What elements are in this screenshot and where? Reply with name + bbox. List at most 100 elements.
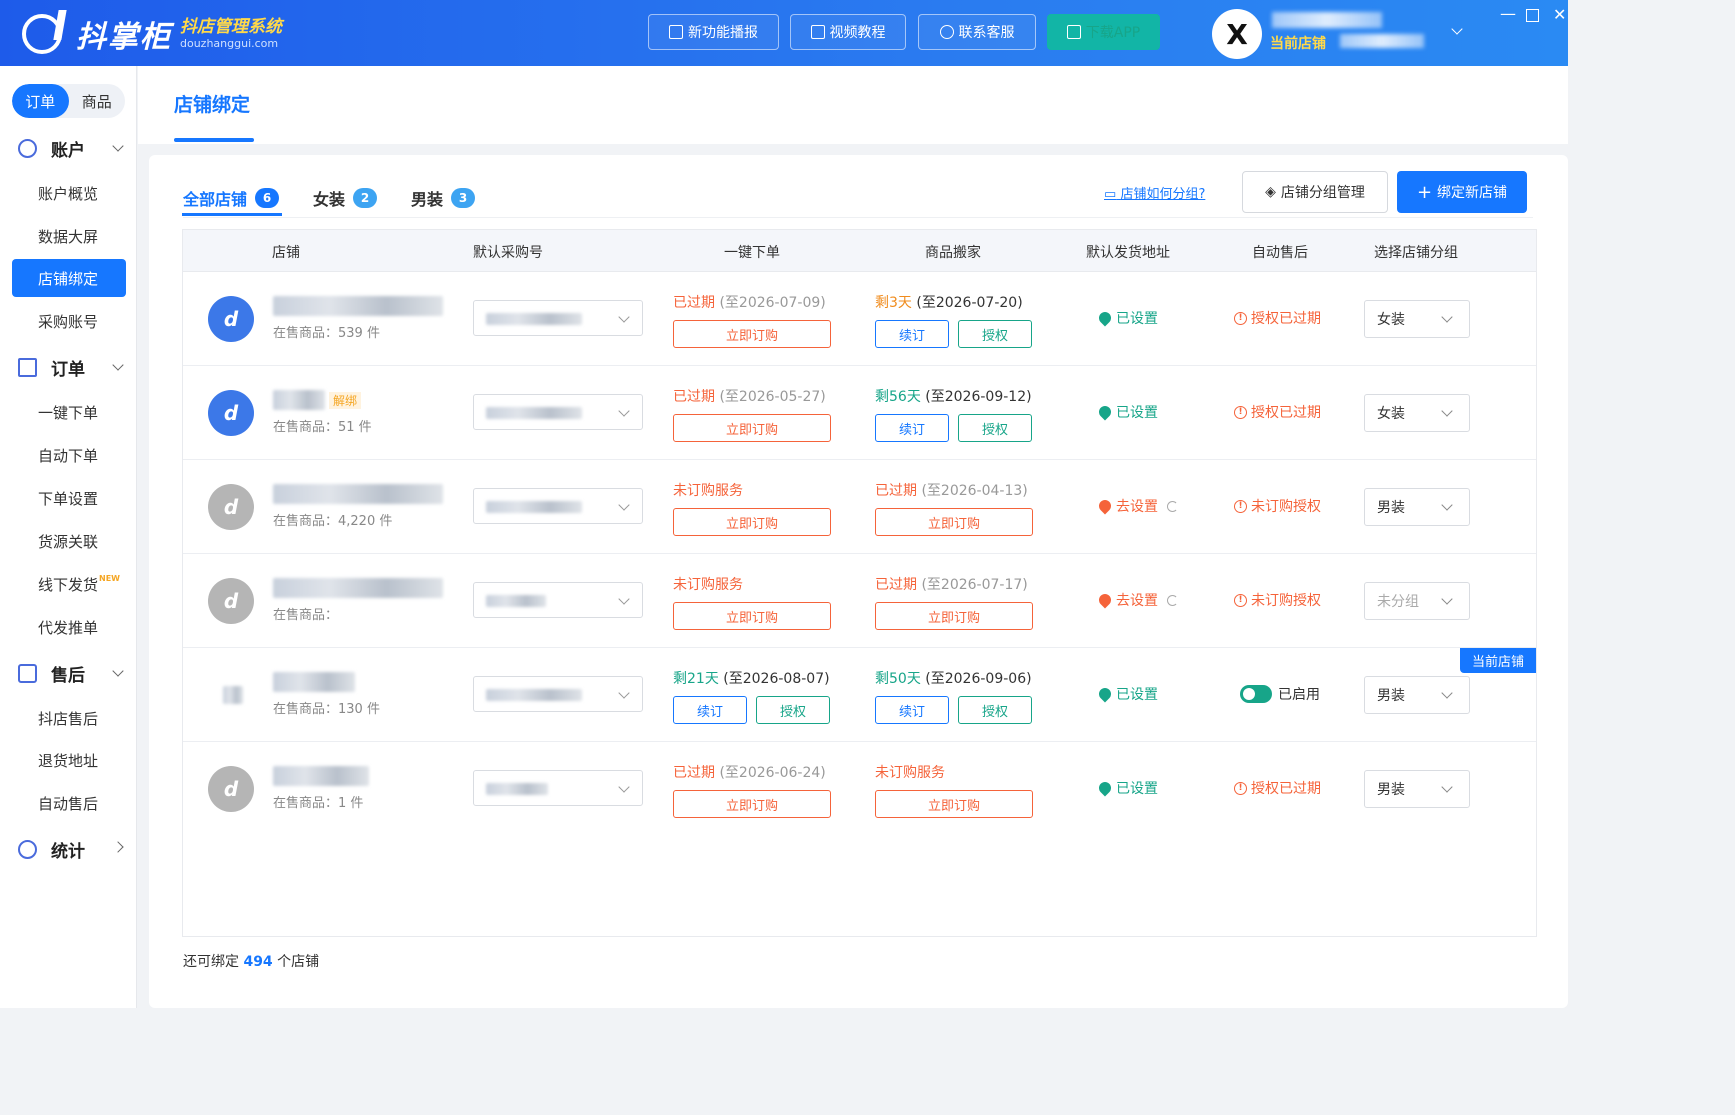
move-subscribe-button[interactable]: 立即订购 xyxy=(875,508,1033,536)
store-logo-icon: d xyxy=(208,766,254,812)
chevron-down-icon xyxy=(618,593,630,605)
order-status: 未订购服务 xyxy=(673,483,743,499)
video-tutorial-button[interactable]: 视频教程 xyxy=(790,14,906,50)
store-switch-chevron-icon[interactable] xyxy=(1451,23,1463,35)
refresh-icon[interactable] xyxy=(1167,594,1178,606)
tab-mens[interactable]: 男装 3 xyxy=(411,181,476,215)
address-status[interactable]: 去设置 xyxy=(1096,496,1178,516)
purchase-account-select[interactable] xyxy=(473,488,643,524)
address-status[interactable]: 去设置 xyxy=(1096,590,1178,610)
sidebar-item-source-link[interactable]: 货源关联 xyxy=(12,522,126,560)
move-authorize-button[interactable]: 授权 xyxy=(958,696,1032,724)
bind-new-store-button[interactable]: + 绑定新店铺 xyxy=(1397,171,1527,213)
store-group-select[interactable]: 男装 xyxy=(1364,770,1470,808)
chevron-right-icon xyxy=(112,841,124,853)
move-status: 已过期 xyxy=(875,483,917,499)
auto-aftersale-toggle[interactable]: 已启用 xyxy=(1240,684,1320,704)
sidebar-item-account-overview[interactable]: 账户概览 xyxy=(12,174,126,212)
move-renew-button[interactable]: 续订 xyxy=(875,414,949,442)
sidebar-item-auto-order[interactable]: 自动下单 xyxy=(12,436,126,474)
unbind-link[interactable]: 解绑 xyxy=(329,392,362,409)
sidebar-item-store-aftersale[interactable]: 抖店售后 xyxy=(12,699,126,737)
order-subscribe-button[interactable]: 立即订购 xyxy=(673,602,831,630)
seg-order[interactable]: 订单 xyxy=(12,84,69,118)
group-management-button[interactable]: ◈ 店铺分组管理 xyxy=(1242,171,1388,213)
order-subscribe-button[interactable]: 立即订购 xyxy=(673,790,831,818)
purchase-account-select[interactable] xyxy=(473,770,643,806)
sidebar-group-order[interactable]: 订单 xyxy=(18,355,124,380)
col-ship-address: 默认发货地址 xyxy=(1086,245,1170,261)
customer-service-button[interactable]: 联系客服 xyxy=(918,14,1036,50)
move-subscribe-button[interactable]: 立即订购 xyxy=(875,790,1033,818)
layers-icon: ◈ xyxy=(1265,184,1276,200)
logo-subtitle: 抖店管理系统 xyxy=(180,17,282,37)
sidebar-group-stats[interactable]: 统计 xyxy=(18,837,124,862)
sidebar-item-purchase-account[interactable]: 采购账号 xyxy=(12,302,126,340)
col-store-group: 选择店铺分组 xyxy=(1374,245,1458,261)
move-renew-button[interactable]: 续订 xyxy=(875,320,949,348)
purchase-account-select[interactable] xyxy=(473,676,643,712)
sidebar-item-offline-ship[interactable]: 线下发货 NEW xyxy=(12,565,126,603)
sidebar-item-return-address[interactable]: 退货地址 xyxy=(12,741,126,779)
sidebar-item-data-screen[interactable]: 数据大屏 xyxy=(12,217,126,255)
account-icon xyxy=(18,139,37,158)
store-name-blurred xyxy=(273,390,325,410)
aftersale-status: ! 授权已过期 xyxy=(1234,402,1321,422)
move-status: 剩3天 xyxy=(875,295,912,311)
minimize-icon[interactable]: — xyxy=(1500,4,1516,23)
move-authorize-button[interactable]: 授权 xyxy=(958,414,1032,442)
new-badge: NEW xyxy=(99,573,120,583)
group-help-link[interactable]: ▭ 店铺如何分组? xyxy=(1104,183,1205,202)
order-subscribe-button[interactable]: 立即订购 xyxy=(673,414,831,442)
tab-womens[interactable]: 女装 2 xyxy=(313,181,378,215)
location-pin-icon xyxy=(1096,403,1114,421)
move-expiry-date: (至2026-04-13) xyxy=(921,483,1028,499)
sidebar-item-store-binding[interactable]: 店铺绑定 xyxy=(12,259,126,297)
purchase-account-select[interactable] xyxy=(473,300,643,336)
order-subscribe-button[interactable]: 立即订购 xyxy=(673,320,831,348)
order-authorize-button[interactable]: 授权 xyxy=(756,696,830,724)
move-renew-button[interactable]: 续订 xyxy=(875,696,949,724)
store-group-select[interactable]: 未分组 xyxy=(1364,582,1470,620)
tab-all-stores[interactable]: 全部店铺 6 xyxy=(183,181,280,215)
chevron-down-icon xyxy=(1441,687,1453,699)
module-switch[interactable]: 订单 商品 xyxy=(12,84,125,118)
sidebar-group-aftersale[interactable]: 售后 xyxy=(18,661,124,686)
new-features-button[interactable]: 新功能播报 xyxy=(648,14,779,50)
address-status: 已设置 xyxy=(1096,778,1158,798)
toggle-switch[interactable] xyxy=(1240,685,1272,703)
sidebar-item-order-settings[interactable]: 下单设置 xyxy=(12,479,126,517)
refresh-icon[interactable] xyxy=(1167,500,1178,512)
warning-icon: ! xyxy=(1234,499,1247,513)
table-row: d 在售商品：539 件 已过期 (至2026-07-09) 立即订购 剩3天 … xyxy=(183,272,1536,366)
store-group-select[interactable]: 男装 xyxy=(1364,676,1470,714)
order-renew-button[interactable]: 续订 xyxy=(673,696,747,724)
close-icon[interactable]: ✕ xyxy=(1553,5,1566,24)
purchase-account-select[interactable] xyxy=(473,582,643,618)
remaining-bind-count: 还可绑定 494 个店铺 xyxy=(183,954,320,970)
move-status: 已过期 xyxy=(875,577,917,593)
store-group-select[interactable]: 男装 xyxy=(1364,488,1470,526)
store-avatar[interactable]: X xyxy=(1212,9,1262,59)
purchase-account-select[interactable] xyxy=(473,394,643,430)
seg-goods[interactable]: 商品 xyxy=(69,84,126,118)
maximize-icon[interactable] xyxy=(1526,9,1539,22)
sidebar-group-account[interactable]: 账户 xyxy=(18,136,124,161)
move-subscribe-button[interactable]: 立即订购 xyxy=(875,602,1033,630)
move-authorize-button[interactable]: 授权 xyxy=(958,320,1032,348)
store-group-select[interactable]: 女装 xyxy=(1364,300,1470,338)
sidebar-item-one-click-order[interactable]: 一键下单 xyxy=(12,393,126,431)
order-subscribe-button[interactable]: 立即订购 xyxy=(673,508,831,536)
plus-icon: + xyxy=(1416,181,1433,203)
location-pin-icon xyxy=(1096,685,1114,703)
order-expiry-date: (至2026-08-07) xyxy=(723,671,830,687)
tab-count-badge: 2 xyxy=(353,188,378,208)
store-goods-count: 在售商品：539 件 xyxy=(273,326,380,341)
download-app-button[interactable]: 下载APP xyxy=(1047,14,1160,50)
store-group-select[interactable]: 女装 xyxy=(1364,394,1470,432)
aftersale-status: ! 授权已过期 xyxy=(1234,778,1321,798)
sidebar-item-dropship-push[interactable]: 代发推单 xyxy=(12,608,126,646)
move-expiry-date: (至2026-07-17) xyxy=(921,577,1028,593)
location-pin-icon xyxy=(1096,591,1114,609)
sidebar-item-auto-aftersale[interactable]: 自动售后 xyxy=(12,784,126,822)
